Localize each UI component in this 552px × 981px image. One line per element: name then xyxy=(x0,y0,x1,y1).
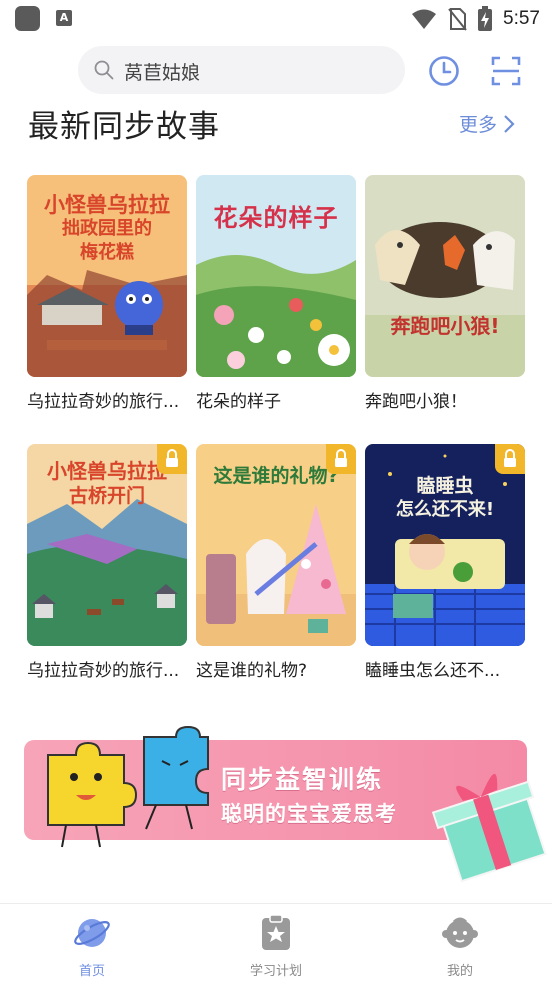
cover-title-line: 拙政园里的 xyxy=(62,218,152,239)
book-title[interactable]: 乌拉拉奇妙的旅行... xyxy=(27,656,202,681)
lock-badge xyxy=(495,444,525,474)
scan-icon[interactable] xyxy=(490,55,522,87)
lock-badge xyxy=(326,444,356,474)
book-title[interactable]: 这是谁的礼物? xyxy=(196,656,371,681)
cover-title-line: 怎么还不来! xyxy=(395,499,495,520)
cover-title-line: 奔跑吧小狼! xyxy=(390,314,500,338)
cover-title-line: 古桥开门 xyxy=(68,485,145,507)
book-title[interactable]: 瞌睡虫怎么还不... xyxy=(365,656,540,681)
planet-icon xyxy=(74,919,110,947)
cover-title-line: 小怪兽乌拉拉 xyxy=(44,193,170,217)
book-title[interactable]: 乌拉拉奇妙的旅行... xyxy=(27,387,202,412)
nav-label: 首页 xyxy=(78,964,105,979)
battery-charging-icon xyxy=(478,6,493,31)
a-icon: A xyxy=(56,10,72,26)
search-icon xyxy=(94,60,114,80)
book-cover[interactable]: 奔跑吧小狼! xyxy=(365,175,525,377)
book-title[interactable]: 奔跑吧小狼！ xyxy=(365,387,540,412)
app-icon xyxy=(15,6,40,31)
chevron-right-icon xyxy=(504,114,515,133)
status-bar: A 5:57 xyxy=(0,0,552,38)
lock-icon xyxy=(166,449,178,467)
book-cover[interactable]: 瞌睡虫 怎么还不来! xyxy=(365,444,525,646)
book-cover[interactable]: 这是谁的礼物? xyxy=(196,444,356,646)
nav-label: 学习计划 xyxy=(249,964,302,979)
no-sim-icon xyxy=(448,8,467,31)
baby-face-icon xyxy=(442,917,478,948)
more-link[interactable]: 更多 xyxy=(459,110,515,137)
book-cover[interactable]: 小怪兽乌拉拉 古桥开门 xyxy=(27,444,187,646)
lock-badge xyxy=(157,444,187,474)
study-plan-icon xyxy=(262,914,290,950)
gift-box-icon xyxy=(432,774,547,883)
cover-title-line: 梅花糕 xyxy=(80,242,134,263)
status-icons: 5:57 xyxy=(411,5,540,33)
book-cover[interactable]: 花朵的样子 xyxy=(196,175,356,377)
bottom-nav: 首页 学习计划 我的 xyxy=(0,903,552,981)
nav-study-plan[interactable]: 学习计划 xyxy=(231,914,321,979)
puzzle-mascots-icon xyxy=(47,725,209,848)
status-time: 5:57 xyxy=(503,8,540,29)
banner-subtitle: 聪明的宝宝爱思考 xyxy=(221,802,397,826)
cover-title-line: 花朵的样子 xyxy=(213,204,339,232)
more-label: 更多 xyxy=(459,114,498,136)
book-title[interactable]: 花朵的样子 xyxy=(196,387,371,412)
cover-title-line: 瞌睡虫 xyxy=(416,475,474,497)
wifi-icon xyxy=(412,9,437,29)
lock-icon xyxy=(335,449,347,467)
lock-icon xyxy=(504,449,516,467)
book-cover[interactable]: 小怪兽乌拉拉 拙政园里的 梅花糕 xyxy=(27,175,187,377)
banner-title: 同步益智训练 xyxy=(221,765,384,794)
search-bar[interactable]: 莴苣姑娘 xyxy=(78,46,405,94)
section-title: 最新同步故事 xyxy=(28,109,220,145)
search-input[interactable]: 莴苣姑娘 xyxy=(124,58,200,85)
nav-mine[interactable]: 我的 xyxy=(415,914,505,979)
history-clock-icon[interactable] xyxy=(428,55,460,87)
nav-home[interactable]: 首页 xyxy=(47,914,137,979)
nav-label: 我的 xyxy=(446,964,473,979)
